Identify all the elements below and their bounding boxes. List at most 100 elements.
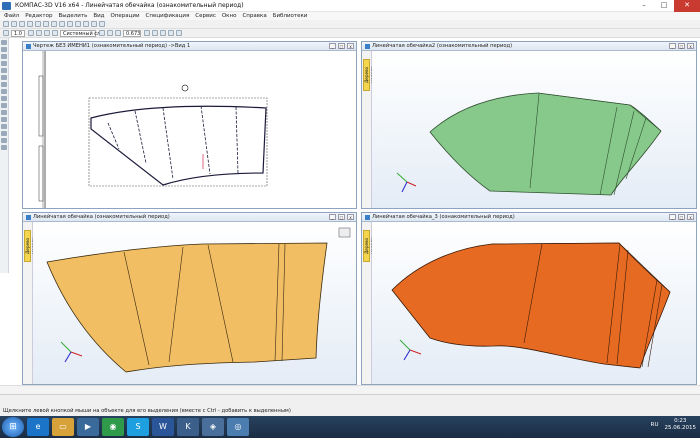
internet-explorer-icon[interactable]: e <box>27 418 49 436</box>
kompas-doc-icon[interactable]: ◎ <box>227 418 249 436</box>
menu-window[interactable]: Окно <box>222 13 237 19</box>
reports-icon[interactable] <box>1 103 7 108</box>
shell-minimize-button[interactable]: _ <box>329 214 336 220</box>
dimensions-icon[interactable] <box>1 47 7 52</box>
zoom-window-icon[interactable] <box>115 30 121 36</box>
shell2-3d-view[interactable] <box>372 51 696 208</box>
drawing-close-button[interactable]: x <box>347 43 354 49</box>
language-indicator[interactable]: RU <box>651 422 659 428</box>
maximize-button[interactable]: □ <box>654 0 674 12</box>
measure-icon[interactable] <box>1 75 7 80</box>
grid-icon[interactable] <box>28 30 34 36</box>
chrome-icon[interactable]: ◉ <box>102 418 124 436</box>
skype-icon[interactable]: S <box>127 418 149 436</box>
shell-model-tree-tab[interactable]: Дерево модели <box>24 230 36 262</box>
associative-views-icon[interactable] <box>1 89 7 94</box>
designations-icon[interactable] <box>1 54 7 59</box>
geometry-icon[interactable] <box>1 40 7 45</box>
snap-icon[interactable] <box>36 30 42 36</box>
spec-icon[interactable] <box>1 96 7 101</box>
selection-icon[interactable] <box>1 82 7 87</box>
drawing-maximize-button[interactable]: □ <box>338 43 345 49</box>
menu-libraries[interactable]: Библиотеки <box>273 13 308 19</box>
clock[interactable]: 0:23 25.06.2015 <box>665 418 697 432</box>
shell3-3d-view[interactable] <box>372 222 696 384</box>
view-orientation-icon[interactable] <box>338 227 351 238</box>
kompas-icon[interactable]: K <box>177 418 199 436</box>
show-all-icon[interactable] <box>160 30 166 36</box>
drawing-minimize-button[interactable]: _ <box>329 43 336 49</box>
folder-icon[interactable]: ▭ <box>52 418 74 436</box>
menu-service[interactable]: Сервис <box>195 13 216 19</box>
drawing-svg <box>38 51 268 208</box>
print-icon[interactable] <box>27 21 33 27</box>
media-player-icon[interactable]: ▶ <box>77 418 99 436</box>
pan-icon[interactable] <box>144 30 150 36</box>
shell2-close-button[interactable]: x <box>687 43 694 49</box>
properties-icon[interactable] <box>75 21 81 27</box>
surfaces-icon[interactable] <box>1 117 7 122</box>
cut-icon[interactable] <box>35 21 41 27</box>
help-icon[interactable] <box>99 21 105 27</box>
library-icon[interactable] <box>83 21 89 27</box>
menu-view[interactable]: Вид <box>93 13 104 19</box>
refresh-icon[interactable] <box>152 30 158 36</box>
copy-icon[interactable] <box>43 21 49 27</box>
menu-help[interactable]: Справка <box>242 13 266 19</box>
shell2-minimize-button[interactable]: _ <box>669 43 676 49</box>
menu-file[interactable]: Файл <box>4 13 19 19</box>
style-select[interactable]: Системный сл <box>60 29 100 37</box>
control-icon[interactable] <box>1 138 7 143</box>
sheet-metal-icon[interactable] <box>1 110 7 115</box>
parametrization-icon[interactable] <box>1 68 7 73</box>
elements-icon[interactable] <box>1 145 7 150</box>
ortho-icon[interactable] <box>44 30 50 36</box>
aux-geometry-icon[interactable] <box>1 131 7 136</box>
menu-operations[interactable]: Операции <box>110 13 139 19</box>
frame-stamp-left-2 <box>38 145 44 202</box>
shell-maximize-button[interactable]: □ <box>338 214 345 220</box>
taskbar: ⊞ e ▭ ▶ ◉ S W K ◈ ◎ RU 0:23 25.06.2015 <box>0 416 700 438</box>
shell3-model-tree-tab[interactable]: Дерево модели <box>363 230 375 262</box>
network-icon[interactable]: ◈ <box>202 418 224 436</box>
shell3-minimize-button[interactable]: _ <box>669 214 676 220</box>
shell2-model-tree-tab[interactable]: Дерево модели <box>363 59 375 91</box>
open-icon[interactable] <box>11 21 17 27</box>
undo-icon[interactable] <box>59 21 65 27</box>
system-tray: RU 0:23 25.06.2015 <box>651 418 696 432</box>
word-icon[interactable]: W <box>152 418 174 436</box>
orientation-icon[interactable] <box>168 30 174 36</box>
redo-icon[interactable] <box>67 21 73 27</box>
save-icon[interactable] <box>19 21 25 27</box>
manager-icon[interactable] <box>91 21 97 27</box>
menu-select[interactable]: Выделить <box>58 13 87 19</box>
zoom-field[interactable]: 0.673 <box>123 29 141 37</box>
zoom-in-icon[interactable] <box>99 30 105 36</box>
scale-field[interactable]: 1.0 <box>11 29 25 37</box>
shell2-axis-triad <box>396 172 417 193</box>
local-cs-icon[interactable] <box>52 30 58 36</box>
horizontal-scrollbar[interactable] <box>0 385 700 394</box>
edit-icon[interactable] <box>1 61 7 66</box>
shell3-maximize-button[interactable]: □ <box>678 214 685 220</box>
menu-bar: Файл Редактор Выделить Вид Операции Спец… <box>0 12 700 20</box>
close-button[interactable]: ✕ <box>674 0 700 12</box>
shell2-maximize-button[interactable]: □ <box>678 43 685 49</box>
minimize-button[interactable]: – <box>634 0 654 12</box>
shell3-close-button[interactable]: x <box>687 214 694 220</box>
render-mode-icon[interactable] <box>176 30 182 36</box>
menu-edit[interactable]: Редактор <box>25 13 52 19</box>
arrays-icon[interactable] <box>1 124 7 129</box>
new-icon[interactable] <box>3 21 9 27</box>
drawing-window-header: Чертеж БЕЗ ИМЕНИ1 (ознакомительный перио… <box>23 42 356 51</box>
start-button[interactable]: ⊞ <box>2 417 24 437</box>
drawing-canvas[interactable] <box>23 51 356 208</box>
shell-surface[interactable] <box>46 242 328 373</box>
paste-icon[interactable] <box>51 21 57 27</box>
shell-3d-view[interactable] <box>33 222 356 384</box>
shell-close-button[interactable]: x <box>347 214 354 220</box>
menu-specification[interactable]: Спецификация <box>146 13 190 19</box>
zoom-out-icon[interactable] <box>107 30 113 36</box>
shell-window-header: Линейчатая обечайка (ознакомительный пер… <box>23 213 356 222</box>
layer-icon[interactable] <box>3 30 9 36</box>
